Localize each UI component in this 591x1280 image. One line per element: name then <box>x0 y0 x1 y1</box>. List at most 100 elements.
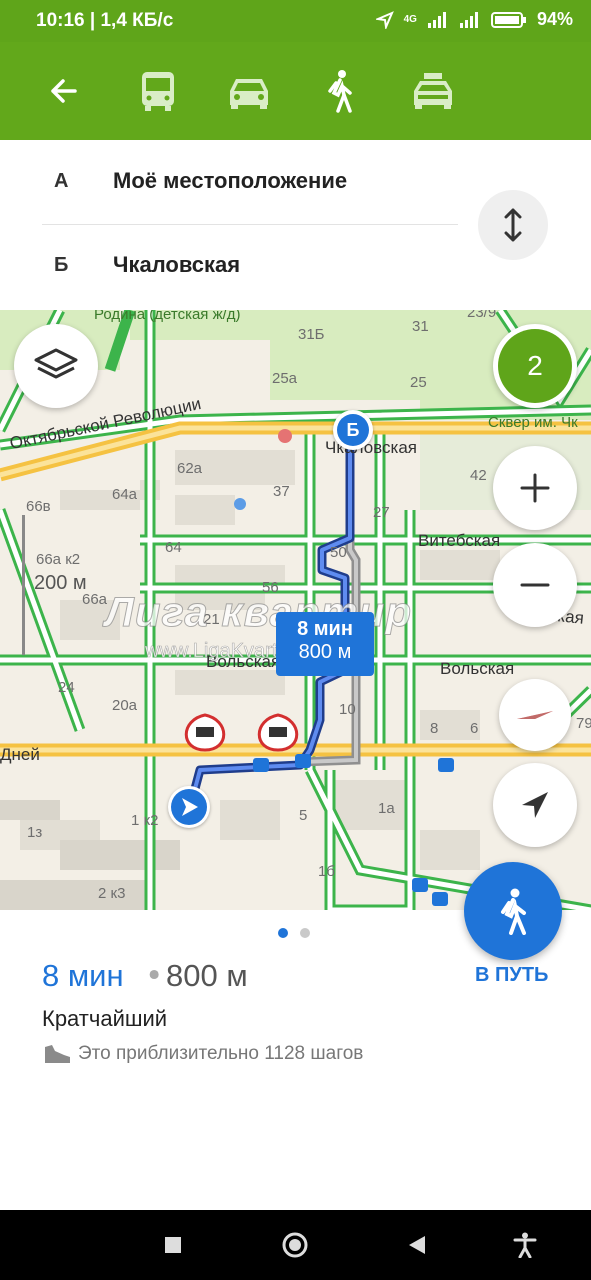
house-number: 1а <box>378 800 395 817</box>
house-number: 24 <box>58 679 75 696</box>
status-icons: 4G 94% <box>375 9 573 30</box>
walk-icon <box>328 70 352 113</box>
status-time: 10:16 | 1,4 КБ/с <box>36 10 174 31</box>
compass-icon <box>517 711 553 719</box>
park-label: Сквер им. Чк <box>488 414 578 431</box>
route-from-letter: А <box>54 170 69 192</box>
signal-icon <box>427 11 446 28</box>
location-arrow-icon <box>182 798 198 816</box>
destination-pin[interactable]: Б <box>333 410 373 450</box>
route-time: 8 мин <box>42 958 124 993</box>
recents-button[interactable] <box>158 1230 188 1260</box>
traffic-level-button[interactable]: 2 <box>493 324 577 408</box>
zoom-in-button[interactable] <box>493 446 577 530</box>
house-number: 50 <box>330 544 347 561</box>
back-icon <box>51 79 77 103</box>
go-button[interactable] <box>464 862 562 960</box>
accessibility-icon <box>513 1232 537 1258</box>
layers-button[interactable] <box>14 324 98 408</box>
route-from-row[interactable]: А Моё местоположение <box>0 140 460 225</box>
shoe-icon <box>45 1045 70 1063</box>
house-number: 10 <box>339 701 356 718</box>
back-nav-button[interactable] <box>402 1230 432 1260</box>
house-number: 1б <box>318 863 335 880</box>
house-number: 23/9 <box>467 310 497 321</box>
plus-icon <box>520 473 550 503</box>
house-number: 31Б <box>298 326 325 343</box>
mode-walk-button[interactable] <box>313 64 367 118</box>
route-to-letter: Б <box>54 254 69 276</box>
house-number: 27 <box>373 504 390 521</box>
route-badge-distance: 800 м <box>298 641 352 663</box>
transport-mode-bar <box>0 42 591 140</box>
navigation-arrow-icon <box>522 792 548 818</box>
house-number: 64 <box>165 539 182 556</box>
triangle-back-icon <box>409 1236 425 1254</box>
house-number: 37 <box>273 483 290 500</box>
home-button[interactable] <box>280 1230 310 1260</box>
car-icon <box>230 79 268 109</box>
house-number: 2 к3 <box>98 885 126 902</box>
house-number: 1з <box>27 824 43 841</box>
traffic-level-badge: 2 <box>498 329 572 403</box>
page-dot <box>300 928 310 938</box>
map-view[interactable]: Октябрьской Революции Чкаловская Витебск… <box>0 310 591 910</box>
separator-dot: • <box>145 958 164 994</box>
layers-icon <box>34 348 78 379</box>
house-number: 79 <box>576 715 591 732</box>
route-type: Кратчайший <box>42 1006 168 1031</box>
square-icon <box>165 1237 181 1253</box>
house-number: 6 <box>470 720 479 737</box>
route-badge-time: 8 мин <box>297 618 353 640</box>
walk-icon <box>501 888 526 935</box>
route-to-field[interactable]: Чкаловская <box>113 252 240 278</box>
battery-level: 94% <box>536 9 573 29</box>
taxi-icon <box>414 73 452 109</box>
status-bar: 10:16 | 1,4 КБ/с 4G 94% <box>0 0 591 42</box>
mode-bus-button[interactable] <box>131 64 185 118</box>
mode-taxi-button[interactable] <box>406 64 460 118</box>
location-arrow-icon <box>375 10 394 29</box>
go-button-label[interactable]: В ПУТЬ <box>475 964 548 987</box>
my-location-button[interactable] <box>493 763 577 847</box>
network-type: 4G <box>403 14 417 25</box>
house-number: 1 к2 <box>131 812 159 829</box>
house-number: 66в <box>26 498 51 515</box>
current-location-marker <box>168 786 210 828</box>
zoom-out-button[interactable] <box>493 543 577 627</box>
house-number: 8 <box>430 720 439 737</box>
page-dot-active <box>278 928 288 938</box>
house-number: 20а <box>112 697 138 714</box>
map-scale-label: 200 м <box>34 572 87 594</box>
system-nav-bar <box>0 1210 591 1280</box>
circle-icon <box>282 1232 308 1258</box>
signal-2-icon <box>459 11 478 28</box>
street-label: Витебская <box>418 531 501 550</box>
route-from-field[interactable]: Моё местоположение <box>113 168 347 194</box>
steps-estimate: Это приблизительно 1128 шагов <box>78 1043 364 1064</box>
house-number: 25а <box>272 370 298 387</box>
route-time-badge[interactable]: 8 мин 800 м <box>276 612 374 676</box>
house-number: 62а <box>177 460 203 477</box>
house-number: 31 <box>412 318 429 335</box>
compass-button[interactable] <box>499 679 571 751</box>
back-button[interactable] <box>36 64 90 118</box>
street-label: Вольская <box>440 659 515 678</box>
swap-route-button[interactable] <box>478 190 548 260</box>
route-distance: 800 м <box>166 958 248 993</box>
battery-icon <box>490 11 526 28</box>
bus-icon <box>142 72 174 111</box>
swap-icon <box>504 208 522 242</box>
house-number: 66а к2 <box>36 551 81 568</box>
house-number: 64а <box>112 486 138 503</box>
minus-icon <box>520 583 550 587</box>
destination-pin-label: Б <box>337 414 369 446</box>
park-label: Родина (детская ж/д) <box>94 310 241 323</box>
house-number: 5 <box>299 807 308 824</box>
house-number: 25 <box>410 374 427 391</box>
accessibility-button[interactable] <box>510 1230 540 1260</box>
route-panel: А Моё местоположение Б Чкаловская <box>0 140 591 310</box>
street-label: Дней <box>0 745 40 764</box>
route-to-row[interactable]: Б Чкаловская <box>0 224 460 308</box>
mode-car-button[interactable] <box>222 64 276 118</box>
